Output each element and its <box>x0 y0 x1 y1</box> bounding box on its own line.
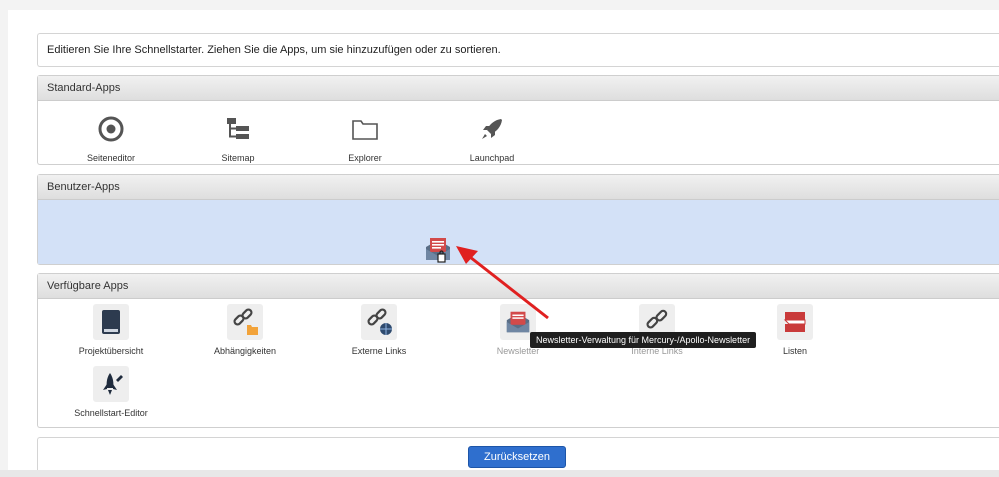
tooltip: Newsletter-Verwaltung für Mercury-/Apoll… <box>530 332 757 348</box>
user-apps-header: Benutzer-Apps <box>38 175 999 200</box>
app-label: Externe Links <box>351 346 407 356</box>
app-label: Launchpad <box>469 153 515 163</box>
sitemap-icon <box>220 111 256 147</box>
app-label: Projektübersicht <box>78 346 144 356</box>
user-apps-title: Benutzer-Apps <box>47 181 120 193</box>
available-apps-panel: Verfügbare Apps Projektübersicht Abhängi… <box>37 273 999 428</box>
user-apps-drop-area[interactable] <box>38 200 999 264</box>
standard-apps-body: Seiteneditor Sitemap Explorer Launchpad <box>38 101 999 164</box>
window-top-border <box>0 0 999 10</box>
window-left-border <box>0 10 8 477</box>
standard-apps-title: Standard-Apps <box>47 82 121 94</box>
app-label: Seiteneditor <box>86 153 136 163</box>
app-label: Explorer <box>348 153 382 163</box>
available-apps-title: Verfügbare Apps <box>47 280 129 292</box>
newsletter-icon[interactable] <box>422 233 454 265</box>
link-globe-icon <box>361 304 397 340</box>
app-label: Schnellstart-Editor <box>74 408 148 418</box>
folder-icon <box>347 111 383 147</box>
rocket-edit-icon <box>93 366 129 402</box>
standard-apps-panel: Standard-Apps Seiteneditor Sitemap Explo… <box>37 75 999 165</box>
standard-apps-header: Standard-Apps <box>38 76 999 101</box>
reset-button[interactable]: Zurücksetzen <box>468 446 566 468</box>
intro-text: Editieren Sie Ihre Schnellstarter. Ziehe… <box>47 44 501 56</box>
book-icon <box>93 304 129 340</box>
target-icon <box>93 111 129 147</box>
app-label: Sitemap <box>221 153 255 163</box>
user-apps-panel: Benutzer-Apps <box>37 174 999 265</box>
intro-box: Editieren Sie Ihre Schnellstarter. Ziehe… <box>37 33 999 67</box>
link-folder-icon <box>227 304 263 340</box>
available-apps-body: Projektübersicht Abhängigkeiten Externe … <box>38 299 999 427</box>
available-apps-header: Verfügbare Apps <box>38 274 999 299</box>
app-label: Listen <box>782 346 808 356</box>
list-book-icon <box>777 304 813 340</box>
app-label: Abhängigkeiten <box>213 346 277 356</box>
rocket-icon <box>474 111 510 147</box>
window-bottom-border <box>0 470 999 477</box>
